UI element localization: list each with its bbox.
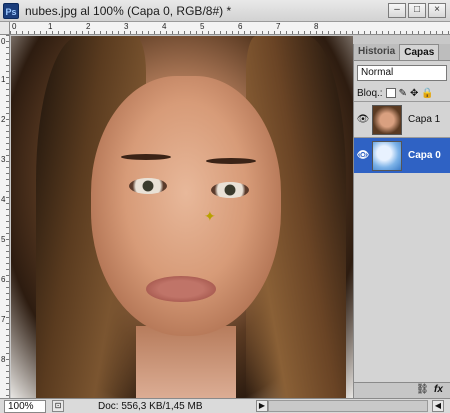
ruler-left[interactable]: 0 1 2 3 4 5 6 7 8	[0, 35, 10, 398]
lock-move-icon[interactable]: ✥	[410, 88, 418, 99]
scroll-right-arrow-icon[interactable]: ▶	[256, 400, 268, 412]
ruler-left-label: 6	[1, 275, 6, 284]
status-menu-button[interactable]: ⊡	[52, 400, 64, 412]
image-canvas[interactable]: ✦	[11, 36, 353, 398]
title-bar: Ps nubes.jpg al 100% (Capa 0, RGB/8#) * …	[0, 0, 450, 22]
lock-all-icon[interactable]: 🔒	[421, 88, 433, 99]
layer-name: Capa 0	[408, 150, 441, 161]
layer-row[interactable]: 👁 Capa 1	[354, 101, 450, 137]
layer-thumbnail	[372, 140, 402, 171]
maximize-button[interactable]: □	[408, 3, 426, 18]
lock-label: Bloq.:	[357, 87, 383, 99]
eye-right	[211, 182, 249, 198]
crosshair-cursor-icon: ✦	[204, 208, 216, 224]
lips	[146, 276, 216, 302]
ruler-top-label: 1	[48, 22, 53, 31]
ruler-top-label: 5	[200, 22, 205, 31]
tab-historia[interactable]: Historia	[354, 44, 399, 60]
layer-name: Capa 1	[408, 114, 441, 125]
window-controls: – □ ×	[388, 3, 446, 18]
lock-row: Bloq.: ✎ ✥ 🔒	[354, 85, 450, 101]
scroll-left-arrow-icon[interactable]: ◀	[432, 400, 444, 412]
ruler-left-label: 3	[1, 155, 6, 164]
close-button[interactable]: ×	[428, 3, 446, 18]
eyebrow-left	[121, 154, 171, 160]
visibility-eye-icon[interactable]: 👁	[354, 114, 372, 125]
neck	[136, 326, 236, 398]
ruler-left-label: 8	[1, 355, 6, 364]
eyebrow-right	[206, 158, 256, 164]
zoom-field[interactable]: 100%	[4, 399, 46, 413]
layers-panel: Historia Capas Normal Bloq.: ✎ ✥ 🔒 👁 Cap…	[353, 44, 450, 398]
document-title: nubes.jpg al 100% (Capa 0, RGB/8#) *	[25, 3, 232, 18]
doc-size-info: Doc: 556,3 KB/1,45 MB	[98, 400, 203, 412]
ruler-left-label: 2	[1, 115, 6, 124]
status-bar: 100% ⊡ Doc: 556,3 KB/1,45 MB ▶ ◀	[0, 398, 450, 413]
fx-icon[interactable]: fx	[434, 384, 443, 395]
minimize-button[interactable]: –	[388, 3, 406, 18]
ruler-top[interactable]: 0 1 2 3 4 5 6 7 8	[10, 22, 450, 35]
layer-row-selected[interactable]: 👁 Capa 0	[354, 137, 450, 173]
ruler-top-label: 8	[314, 22, 319, 31]
ruler-top-label: 4	[162, 22, 167, 31]
panel-bottom-bar: ⛓ fx	[354, 382, 450, 398]
blend-mode-select[interactable]: Normal	[357, 65, 447, 81]
horizontal-scrollbar[interactable]	[268, 400, 428, 412]
lock-transparency-icon[interactable]	[385, 88, 396, 98]
ruler-left-label: 4	[1, 195, 6, 204]
lock-brush-icon[interactable]: ✎	[399, 88, 407, 99]
ruler-top-label: 0	[12, 22, 17, 31]
ruler-top-label: 3	[124, 22, 129, 31]
visibility-eye-icon[interactable]: 👁	[354, 150, 372, 161]
link-icon[interactable]: ⛓	[416, 384, 429, 395]
panel-tabs: Historia Capas	[354, 44, 450, 61]
ruler-top-label: 6	[238, 22, 243, 31]
layer-thumbnail	[372, 104, 402, 135]
eye-left	[129, 178, 167, 194]
photoshop-icon: Ps	[3, 2, 19, 19]
ruler-left-label: 1	[1, 75, 6, 84]
ruler-top-label: 2	[86, 22, 91, 31]
ruler-left-label: 0	[1, 37, 6, 46]
ruler-top-label: 7	[276, 22, 281, 31]
tab-capas[interactable]: Capas	[399, 44, 440, 60]
ruler-corner[interactable]	[0, 22, 10, 35]
ruler-left-label: 5	[1, 235, 6, 244]
ruler-left-label: 7	[1, 315, 6, 324]
